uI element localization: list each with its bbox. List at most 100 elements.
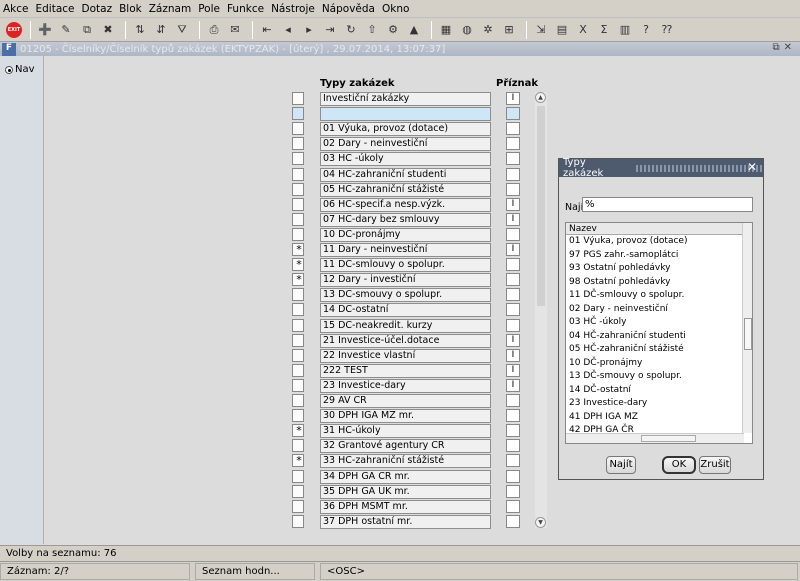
scroll-down-icon[interactable]: ▼ bbox=[535, 517, 546, 528]
export-icon[interactable]: ⇲ bbox=[532, 21, 550, 39]
flag-field[interactable] bbox=[506, 499, 520, 513]
refresh-icon[interactable]: ↻ bbox=[342, 21, 360, 39]
flag-field[interactable]: I bbox=[506, 92, 520, 105]
table-icon[interactable]: ▥ bbox=[616, 21, 634, 39]
flag-field[interactable] bbox=[506, 303, 520, 317]
flag-field[interactable]: I bbox=[506, 363, 520, 377]
calculator-icon[interactable]: ▦ bbox=[437, 21, 455, 39]
type-name-field[interactable]: 34 DPH GA ČR mr. bbox=[320, 469, 491, 484]
help-icon[interactable]: ? bbox=[637, 21, 655, 39]
lov-list-item[interactable]: 03 HČ -úkoly bbox=[566, 316, 752, 330]
lov-list-item[interactable]: 10 DČ-pronájmy bbox=[566, 357, 752, 371]
type-name-field[interactable]: 29 AV ČR bbox=[320, 394, 491, 408]
menu-item[interactable]: Záznam bbox=[149, 3, 191, 15]
type-name-field[interactable]: 36 DPH MŠMT mr. bbox=[320, 499, 491, 514]
flag-field[interactable] bbox=[506, 258, 520, 272]
prev-record-icon[interactable]: ◂ bbox=[279, 21, 297, 39]
sum-icon[interactable]: Σ bbox=[595, 21, 613, 39]
lov-list[interactable]: Nazev 01 Výuka, provoz (dotace) 97 PGS za… bbox=[565, 222, 753, 444]
window-controls[interactable]: ⧉✕ bbox=[772, 42, 796, 53]
lov-list-item[interactable]: 14 DČ-ostatní bbox=[566, 384, 752, 398]
hierarchy-icon[interactable]: ⊞ bbox=[500, 21, 518, 39]
flag-field[interactable] bbox=[506, 107, 520, 121]
type-name-field[interactable]: 23 Investice-dary bbox=[320, 378, 491, 393]
lov-vertical-scrollbar[interactable] bbox=[742, 223, 752, 433]
flag-field[interactable] bbox=[506, 167, 520, 181]
flag-field[interactable] bbox=[506, 288, 520, 302]
last-record-icon[interactable]: ⇥ bbox=[321, 21, 339, 39]
type-name-field[interactable]: 15 DČ-neakredit. kurzy bbox=[320, 318, 491, 333]
flag-field[interactable] bbox=[506, 182, 520, 196]
type-name-field[interactable]: 222 TEST bbox=[320, 363, 491, 378]
menu-item[interactable]: Dotaz bbox=[82, 3, 113, 15]
type-name-field[interactable]: 22 Investice vlastní bbox=[320, 348, 491, 363]
lov-list-item[interactable]: 04 HČ-zahraniční studenti bbox=[566, 330, 752, 344]
insert-record-icon[interactable]: ➕ bbox=[36, 21, 54, 39]
type-name-field[interactable]: 03 HČ -úkoly bbox=[320, 152, 491, 167]
lov-list-item[interactable]: 13 DČ-smouvy o spolupr. bbox=[566, 370, 752, 384]
flag-field[interactable]: I bbox=[506, 243, 520, 256]
type-name-field[interactable]: 31 HČ-úkoly bbox=[320, 424, 491, 439]
type-name-field[interactable]: 11 DČ-smlouvy o spolupr. bbox=[320, 258, 491, 273]
lov-list-item[interactable]: 01 Výuka, provoz (dotace) bbox=[566, 235, 752, 249]
scroll-track[interactable] bbox=[537, 106, 545, 306]
mail-icon[interactable]: ✉ bbox=[226, 21, 244, 39]
sort-desc-icon[interactable]: ⇵ bbox=[152, 21, 170, 39]
lov-list-item[interactable]: 98 Ostatní pohledávky bbox=[566, 276, 752, 290]
type-name-field[interactable]: 30 DPH IGA MZ mr. bbox=[320, 409, 491, 424]
flag-field[interactable] bbox=[506, 514, 520, 528]
menu-item[interactable]: Okno bbox=[382, 3, 409, 15]
context-help-icon[interactable]: ⁇ bbox=[658, 21, 676, 39]
cancel-button[interactable]: Zrušit bbox=[699, 456, 731, 474]
type-name-field[interactable]: 11 Dary - neinvestiční bbox=[320, 243, 491, 257]
type-name-field[interactable]: Investiční zakázky bbox=[320, 92, 491, 106]
lov-list-item[interactable]: 02 Dary - neinvestiční bbox=[566, 303, 752, 317]
flag-field[interactable] bbox=[506, 137, 520, 151]
menu-item[interactable]: Editace bbox=[36, 3, 75, 15]
flag-field[interactable]: I bbox=[506, 378, 520, 392]
flag-field[interactable] bbox=[506, 469, 520, 483]
lov-list-item[interactable]: 93 Ostatní pohledávky bbox=[566, 262, 752, 276]
vertical-scrollbar[interactable]: ▲ ▼ bbox=[535, 92, 547, 528]
type-name-field[interactable] bbox=[320, 107, 491, 122]
flag-field[interactable] bbox=[506, 152, 520, 166]
type-name-field[interactable]: 32 Grantové agentury ČR bbox=[320, 439, 491, 454]
settings-icon[interactable]: ✲ bbox=[479, 21, 497, 39]
globe-icon[interactable]: ◍ bbox=[458, 21, 476, 39]
type-name-field[interactable]: 10 DČ-pronájmy bbox=[320, 227, 491, 242]
nav-radio[interactable] bbox=[5, 66, 13, 74]
filter-icon[interactable]: ⛛ bbox=[173, 21, 191, 39]
close-icon[interactable]: ✕ bbox=[747, 160, 757, 174]
duplicate-record-icon[interactable]: ⧉ bbox=[78, 21, 96, 39]
ok-button[interactable]: OK bbox=[662, 456, 696, 474]
print-icon[interactable]: ⎙ bbox=[205, 21, 223, 39]
lov-list-item[interactable]: 97 PGS zahr.-samoplátci bbox=[566, 249, 752, 263]
type-name-field[interactable]: 07 HČ-dary bez smlouvy bbox=[320, 212, 491, 227]
flag-field[interactable] bbox=[506, 439, 520, 453]
menu-item[interactable]: Nápověda bbox=[322, 3, 375, 15]
flag-field[interactable]: I bbox=[506, 348, 520, 362]
type-name-field[interactable]: 12 Dary - investiční bbox=[320, 273, 491, 288]
menu-item[interactable]: Funkce bbox=[227, 3, 264, 15]
type-name-field[interactable]: 14 DČ-ostatní bbox=[320, 303, 491, 318]
type-name-field[interactable]: 33 HČ-zahraniční stážisté bbox=[320, 454, 491, 469]
find-button[interactable]: Najít bbox=[606, 456, 636, 474]
menu-item[interactable]: Nástroje bbox=[271, 3, 315, 15]
delete-record-icon[interactable]: ✖ bbox=[99, 21, 117, 39]
flag-field[interactable] bbox=[506, 484, 520, 498]
exit-button[interactable]: EXIT bbox=[6, 21, 22, 38]
first-record-icon[interactable]: ⇤ bbox=[258, 21, 276, 39]
dialog-drag-grip[interactable] bbox=[635, 164, 763, 172]
scroll-up-icon[interactable]: ▲ bbox=[535, 92, 546, 103]
lov-list-item[interactable]: 05 HČ-zahraniční stážisté bbox=[566, 343, 752, 357]
menu-item[interactable]: Blok bbox=[119, 3, 142, 15]
dialog-title-bar[interactable]: Typy zakázek ✕ bbox=[559, 157, 763, 179]
menu-item[interactable]: Pole bbox=[198, 3, 220, 15]
flag-field[interactable] bbox=[506, 227, 520, 241]
find-input[interactable]: % bbox=[582, 197, 753, 212]
lov-list-item[interactable]: 11 DČ-smlouvy o spolupr. bbox=[566, 289, 752, 303]
type-name-field[interactable]: 06 HČ-specif.a nesp.výzk. bbox=[320, 197, 491, 212]
menu-item[interactable]: Akce bbox=[3, 3, 29, 15]
lov-scroll-thumb[interactable] bbox=[744, 318, 752, 350]
lov-hscroll-thumb[interactable] bbox=[641, 435, 696, 442]
